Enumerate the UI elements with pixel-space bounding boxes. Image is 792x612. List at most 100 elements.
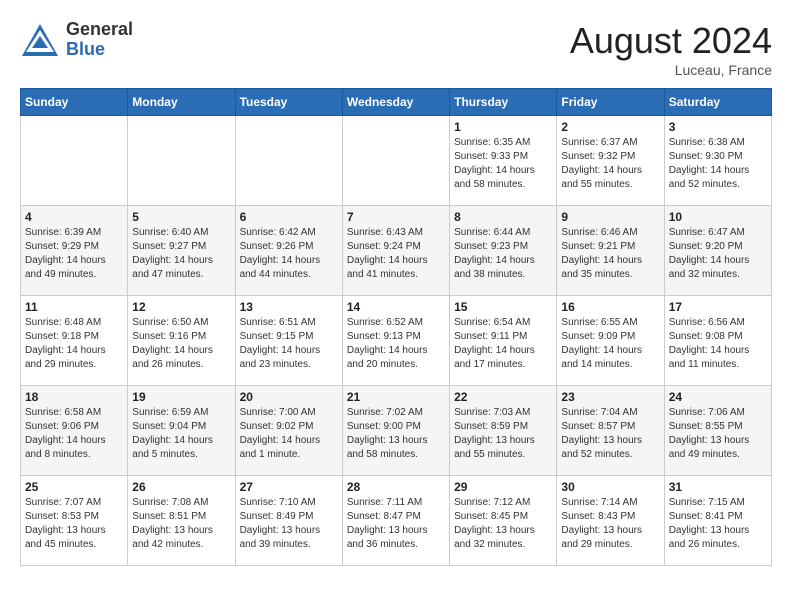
day-info: Sunrise: 6:43 AM Sunset: 9:24 PM Dayligh… [347,226,445,282]
page-header: General Blue August 2024 Luceau, France [20,20,772,78]
day-number: 31 [669,480,767,494]
calendar-header-row: SundayMondayTuesdayWednesdayThursdayFrid… [21,89,772,116]
day-number: 1 [454,120,552,134]
col-header-thursday: Thursday [450,89,557,116]
calendar-cell: 23Sunrise: 7:04 AM Sunset: 8:57 PM Dayli… [557,386,664,476]
day-info: Sunrise: 7:08 AM Sunset: 8:51 PM Dayligh… [132,496,230,552]
day-info: Sunrise: 6:58 AM Sunset: 9:06 PM Dayligh… [25,406,123,462]
day-number: 18 [25,390,123,404]
logo-general-text: General [66,20,133,40]
calendar-cell: 16 Sunrise: 6:55 AM Sunset: 9:09 PM Dayli… [557,296,664,386]
calendar-cell: 1 Sunrise: 6:35 AM Sunset: 9:33 PM Daylig… [450,116,557,206]
day-info: Sunrise: 6:55 AM Sunset: 9:09 PM Dayligh… [561,316,659,372]
day-info: Sunrise: 7:03 AM Sunset: 8:59 PM Dayligh… [454,406,552,462]
day-number: 21 [347,390,445,404]
calendar-cell [128,116,235,206]
calendar-cell [21,116,128,206]
day-number: 19 [132,390,230,404]
calendar-cell: 3Sunrise: 6:38 AM Sunset: 9:30 PM Daylig… [664,116,771,206]
day-number: 12 [132,300,230,314]
calendar-cell: 2 Sunrise: 6:37 AM Sunset: 9:32 PM Daylig… [557,116,664,206]
calendar-cell: 7 Sunrise: 6:43 AM Sunset: 9:24 PM Daylig… [342,206,449,296]
calendar-week-row: 4 Sunrise: 6:39 AM Sunset: 9:29 PM Daylig… [21,206,772,296]
day-number: 13 [240,300,338,314]
col-header-saturday: Saturday [664,89,771,116]
day-number: 3 [669,120,767,134]
day-info: Sunrise: 7:11 AM Sunset: 8:47 PM Dayligh… [347,496,445,552]
day-info: Sunrise: 6:37 AM Sunset: 9:32 PM Dayligh… [561,136,659,192]
calendar-cell: 4 Sunrise: 6:39 AM Sunset: 9:29 PM Daylig… [21,206,128,296]
calendar-week-row: 18 Sunrise: 6:58 AM Sunset: 9:06 PM Dayli… [21,386,772,476]
day-number: 15 [454,300,552,314]
day-number: 17 [669,300,767,314]
calendar-cell [342,116,449,206]
calendar-cell [235,116,342,206]
day-number: 22 [454,390,552,404]
logo-icon [20,22,60,58]
calendar-week-row: 1 Sunrise: 6:35 AM Sunset: 9:33 PM Daylig… [21,116,772,206]
day-number: 11 [25,300,123,314]
calendar-cell: 26Sunrise: 7:08 AM Sunset: 8:51 PM Dayli… [128,476,235,566]
day-info: Sunrise: 7:00 AM Sunset: 9:02 PM Dayligh… [240,406,338,462]
day-info: Sunrise: 6:35 AM Sunset: 9:33 PM Dayligh… [454,136,552,192]
calendar-cell: 21 Sunrise: 7:02 AM Sunset: 9:00 PM Dayli… [342,386,449,476]
day-number: 7 [347,210,445,224]
location: Luceau, France [570,62,772,78]
day-info: Sunrise: 6:48 AM Sunset: 9:18 PM Dayligh… [25,316,123,372]
calendar-cell: 9 Sunrise: 6:46 AM Sunset: 9:21 PM Daylig… [557,206,664,296]
calendar-cell: 18 Sunrise: 6:58 AM Sunset: 9:06 PM Dayli… [21,386,128,476]
calendar-cell: 11 Sunrise: 6:48 AM Sunset: 9:18 PM Dayli… [21,296,128,386]
calendar-week-row: 25Sunrise: 7:07 AM Sunset: 8:53 PM Dayli… [21,476,772,566]
day-info: Sunrise: 7:02 AM Sunset: 9:00 PM Dayligh… [347,406,445,462]
day-info: Sunrise: 7:14 AM Sunset: 8:43 PM Dayligh… [561,496,659,552]
calendar-cell: 20Sunrise: 7:00 AM Sunset: 9:02 PM Dayli… [235,386,342,476]
day-number: 4 [25,210,123,224]
day-number: 8 [454,210,552,224]
calendar-cell: 19 Sunrise: 6:59 AM Sunset: 9:04 PM Dayli… [128,386,235,476]
day-info: Sunrise: 7:06 AM Sunset: 8:55 PM Dayligh… [669,406,767,462]
day-info: Sunrise: 6:52 AM Sunset: 9:13 PM Dayligh… [347,316,445,372]
day-number: 30 [561,480,659,494]
day-number: 5 [132,210,230,224]
day-info: Sunrise: 6:44 AM Sunset: 9:23 PM Dayligh… [454,226,552,282]
col-header-friday: Friday [557,89,664,116]
day-info: Sunrise: 6:54 AM Sunset: 9:11 PM Dayligh… [454,316,552,372]
day-info: Sunrise: 6:51 AM Sunset: 9:15 PM Dayligh… [240,316,338,372]
calendar-cell: 14 Sunrise: 6:52 AM Sunset: 9:13 PM Dayli… [342,296,449,386]
calendar-cell: 28 Sunrise: 7:11 AM Sunset: 8:47 PM Dayli… [342,476,449,566]
calendar-cell: 10 Sunrise: 6:47 AM Sunset: 9:20 PM Dayli… [664,206,771,296]
day-info: Sunrise: 6:47 AM Sunset: 9:20 PM Dayligh… [669,226,767,282]
day-info: Sunrise: 6:59 AM Sunset: 9:04 PM Dayligh… [132,406,230,462]
day-info: Sunrise: 6:39 AM Sunset: 9:29 PM Dayligh… [25,226,123,282]
calendar-cell: 29 Sunrise: 7:12 AM Sunset: 8:45 PM Dayli… [450,476,557,566]
day-number: 16 [561,300,659,314]
day-number: 14 [347,300,445,314]
day-number: 29 [454,480,552,494]
day-info: Sunrise: 7:10 AM Sunset: 8:49 PM Dayligh… [240,496,338,552]
day-number: 9 [561,210,659,224]
day-number: 10 [669,210,767,224]
calendar-cell: 27Sunrise: 7:10 AM Sunset: 8:49 PM Dayli… [235,476,342,566]
calendar-cell: 8 Sunrise: 6:44 AM Sunset: 9:23 PM Daylig… [450,206,557,296]
calendar-cell: 22 Sunrise: 7:03 AM Sunset: 8:59 PM Dayli… [450,386,557,476]
logo: General Blue [20,20,133,60]
calendar-cell: 12Sunrise: 6:50 AM Sunset: 9:16 PM Dayli… [128,296,235,386]
day-number: 24 [669,390,767,404]
col-header-wednesday: Wednesday [342,89,449,116]
logo-blue-text: Blue [66,40,133,60]
calendar-week-row: 11 Sunrise: 6:48 AM Sunset: 9:18 PM Dayli… [21,296,772,386]
day-info: Sunrise: 6:40 AM Sunset: 9:27 PM Dayligh… [132,226,230,282]
calendar-cell: 30 Sunrise: 7:14 AM Sunset: 8:43 PM Dayli… [557,476,664,566]
col-header-tuesday: Tuesday [235,89,342,116]
day-info: Sunrise: 7:15 AM Sunset: 8:41 PM Dayligh… [669,496,767,552]
calendar-cell: 5 Sunrise: 6:40 AM Sunset: 9:27 PM Daylig… [128,206,235,296]
day-info: Sunrise: 6:46 AM Sunset: 9:21 PM Dayligh… [561,226,659,282]
day-number: 2 [561,120,659,134]
day-info: Sunrise: 6:56 AM Sunset: 9:08 PM Dayligh… [669,316,767,372]
calendar-table: SundayMondayTuesdayWednesdayThursdayFrid… [20,88,772,566]
day-number: 28 [347,480,445,494]
calendar-cell: 17 Sunrise: 6:56 AM Sunset: 9:08 PM Dayli… [664,296,771,386]
day-info: Sunrise: 7:12 AM Sunset: 8:45 PM Dayligh… [454,496,552,552]
day-number: 23 [561,390,659,404]
calendar-cell: 31 Sunrise: 7:15 AM Sunset: 8:41 PM Dayli… [664,476,771,566]
